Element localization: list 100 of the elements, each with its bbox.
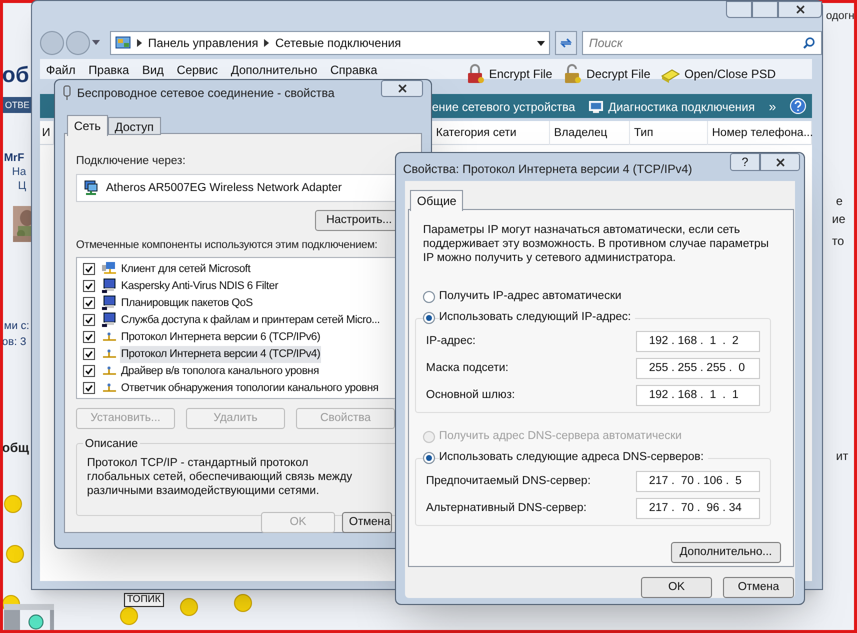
checkbox[interactable] bbox=[83, 280, 95, 292]
padlock-icon bbox=[562, 64, 582, 84]
emoticon-icon bbox=[234, 594, 252, 612]
monitor-icon bbox=[101, 295, 117, 312]
field-label: IP-адрес: bbox=[426, 334, 476, 349]
list-item[interactable]: Планировщик пакетов QoS bbox=[120, 295, 254, 312]
field-label: Маска подсети: bbox=[426, 360, 508, 376]
menu-item[interactable]: Сервис bbox=[176, 61, 218, 79]
dropdown-arrow-icon[interactable] bbox=[537, 41, 545, 46]
search-field[interactable]: Поиск bbox=[582, 31, 822, 55]
ip-address-field[interactable]: 255 . 255 . 255 . 0 bbox=[636, 358, 760, 379]
field-label: Предпочитаемый DNS-сервер: bbox=[426, 474, 591, 489]
field-label: Отмеченные компоненты используются этим подключением: bbox=[76, 238, 378, 254]
forum-heading: об bbox=[2, 61, 30, 89]
column-header[interactable]: Номер телефона... bbox=[708, 121, 812, 145]
close-icon bbox=[776, 158, 784, 166]
monitor-icon bbox=[589, 100, 604, 113]
description-text: Протокол TCP/IP - стандартный протокол глобальных сетей, обеспечивающий связь между различными взаимодействующими сетями. bbox=[87, 456, 354, 498]
tab[interactable]: Сеть bbox=[67, 115, 108, 136]
emoticon-icon bbox=[180, 598, 198, 616]
list-item[interactable]: Клиент для сетей Microsoft bbox=[120, 261, 252, 278]
emoticon-icon bbox=[120, 607, 138, 625]
forum-text: е bbox=[836, 193, 843, 210]
user-info: Ц bbox=[18, 179, 26, 194]
close-button[interactable] bbox=[381, 80, 423, 97]
chevron-icon bbox=[137, 39, 142, 47]
forum-text: то bbox=[832, 233, 844, 250]
advanced-button[interactable]: Дополнительно... bbox=[670, 542, 781, 563]
adapter-name: Atheros AR5007EG Wireless Network Adapter bbox=[106, 180, 342, 196]
tab[interactable]: Общие bbox=[410, 190, 464, 211]
field-label: Основной шлюз: bbox=[426, 388, 515, 403]
menu-item[interactable]: Правка bbox=[88, 61, 130, 79]
user-stat: ов: 3 bbox=[2, 335, 26, 350]
search-icon bbox=[803, 37, 815, 49]
checkbox[interactable] bbox=[83, 297, 95, 310]
command-button[interactable]: ение сетевого устройства bbox=[432, 98, 576, 116]
list-item[interactable]: Драйвер в/в тополога канального уровня bbox=[120, 363, 320, 380]
forum-text: ит bbox=[836, 448, 848, 465]
close-icon bbox=[398, 84, 406, 93]
dialog-button[interactable]: OK bbox=[641, 577, 712, 598]
menu-item[interactable]: Вид bbox=[142, 61, 164, 79]
dialog-button[interactable]: Отмена bbox=[723, 577, 794, 598]
close-button[interactable] bbox=[760, 153, 800, 171]
refresh-icon bbox=[559, 37, 573, 49]
minimize-button[interactable] bbox=[726, 1, 752, 18]
monitor-icon bbox=[101, 312, 117, 328]
section-title: общ bbox=[2, 439, 29, 457]
list-item[interactable]: Ответчик обнаружения топологии канального уровня bbox=[120, 380, 380, 396]
toolbar-button[interactable]: Encrypt File bbox=[465, 64, 552, 84]
close-button[interactable] bbox=[778, 1, 822, 18]
user-name: MrF bbox=[4, 151, 24, 166]
menu-item[interactable]: Справка bbox=[330, 61, 378, 79]
list-item[interactable]: Служба доступа к файлам и принтерам сетей Micro... bbox=[120, 312, 381, 328]
refresh-button[interactable] bbox=[555, 31, 577, 55]
emoticon-icon bbox=[6, 545, 24, 563]
help-icon[interactable] bbox=[790, 98, 806, 114]
column-header[interactable]: Владелец bbox=[550, 121, 630, 145]
menu-item[interactable]: Файл bbox=[46, 61, 76, 79]
sign-text: ТОПИК bbox=[124, 593, 164, 607]
padlock-icon bbox=[465, 64, 485, 84]
dialog-title: Беспроводное сетевое соединение - свойства bbox=[77, 85, 335, 102]
list-item[interactable]: Протокол Интернета версии 6 (TCP/IPv6) bbox=[120, 329, 322, 346]
ip-address-field[interactable]: 192 . 168 . 1 . 2 bbox=[636, 331, 760, 352]
list-item[interactable]: Протокол Интернета версии 4 (TCP/IPv4) bbox=[120, 346, 322, 362]
forum-text: одогн bbox=[826, 9, 854, 24]
network-adapter-icon bbox=[63, 85, 71, 101]
dialog-title: Свойства: Протокол Интернета версии 4 (TCP/IPv4) bbox=[403, 161, 692, 178]
checkbox[interactable] bbox=[83, 365, 95, 378]
column-header[interactable]: Тип bbox=[630, 121, 708, 145]
search-placeholder: Поиск bbox=[589, 35, 623, 52]
toolbar-button[interactable]: Decrypt File bbox=[562, 64, 650, 84]
user-stat: ми с: bbox=[4, 319, 30, 334]
more-button[interactable]: » bbox=[768, 97, 776, 116]
checkbox[interactable] bbox=[83, 314, 95, 326]
checkbox[interactable] bbox=[83, 331, 95, 344]
ip-address-field[interactable]: 192 . 168 . 1 . 1 bbox=[636, 385, 760, 406]
intro-text: Параметры IP могут назначаться автоматически, если сеть поддерживает эту возможность. В противном случае параметры IP можно получить у сетевого администратора. bbox=[423, 223, 770, 265]
field-label: Альтернативный DNS-сервер: bbox=[426, 500, 587, 516]
checkbox[interactable] bbox=[83, 348, 95, 360]
checkbox[interactable] bbox=[83, 382, 95, 394]
emoticon-icon bbox=[4, 495, 22, 513]
dialog-button[interactable]: Отмена bbox=[342, 512, 392, 533]
breadcrumb-item[interactable]: Сетевые подключения bbox=[275, 34, 402, 52]
toolbar-button[interactable]: Open/Close PSD bbox=[660, 64, 776, 84]
monitor-icon bbox=[101, 278, 117, 294]
menu-item[interactable]: Дополнительно bbox=[230, 61, 318, 79]
address-bar[interactable]: Панель управления Сетевые подключения bbox=[110, 31, 550, 55]
ip-address-field[interactable]: 217 . 70 . 106 . 5 bbox=[636, 471, 760, 492]
checkbox[interactable] bbox=[83, 263, 95, 276]
user-info: На bbox=[12, 165, 26, 180]
command-button[interactable]: Диагностика подключения bbox=[589, 98, 755, 116]
ip-address-field[interactable]: 217 . 70 . 96 . 34 bbox=[636, 498, 760, 519]
maximize-button[interactable] bbox=[752, 1, 778, 18]
help-button[interactable]: ? bbox=[730, 153, 760, 171]
breadcrumb-item[interactable]: Панель управления bbox=[148, 34, 258, 52]
close-icon bbox=[796, 5, 804, 14]
forum-text: ие bbox=[832, 211, 846, 228]
field-label: Подключение через: bbox=[76, 154, 187, 169]
tab[interactable]: Доступ bbox=[108, 117, 161, 135]
list-item[interactable]: Kaspersky Anti-Virus NDIS 6 Filter bbox=[120, 278, 280, 294]
